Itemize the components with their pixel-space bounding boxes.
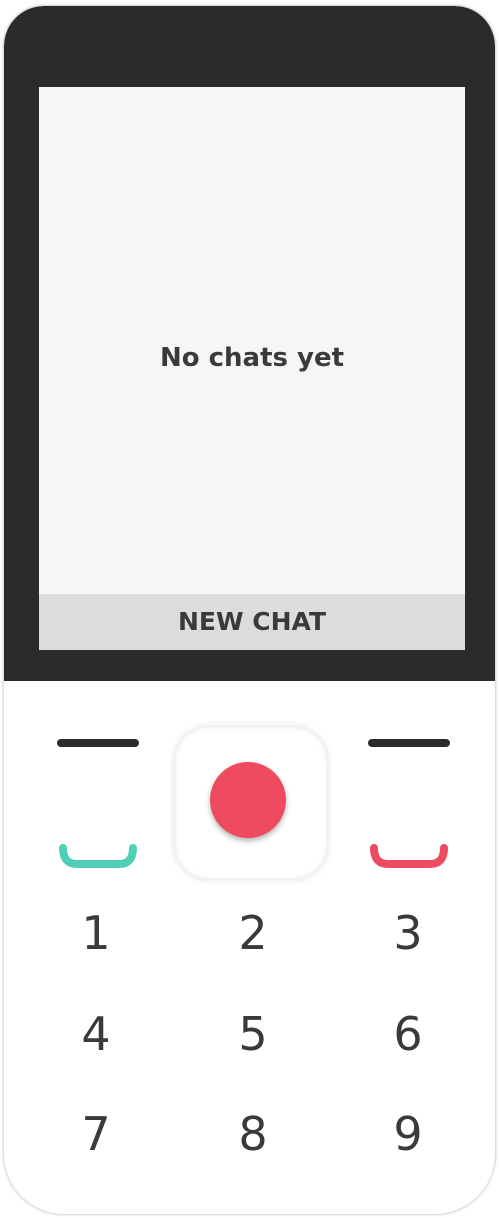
key-4[interactable]: 4 (56, 1004, 136, 1064)
key-6[interactable]: 6 (368, 1004, 448, 1064)
key-2[interactable]: 2 (213, 903, 293, 963)
softkey-bar: NEW CHAT (39, 594, 465, 650)
select-button-icon[interactable] (210, 762, 286, 838)
right-softkey-icon[interactable] (368, 739, 450, 747)
key-3[interactable]: 3 (368, 903, 448, 963)
key-5[interactable]: 5 (213, 1004, 293, 1064)
end-call-icon[interactable] (368, 844, 450, 870)
key-7[interactable]: 7 (56, 1104, 136, 1164)
phone-device: No chats yet NEW CHAT 1 2 3 4 5 6 7 8 9 (4, 6, 495, 1214)
keypad: 1 2 3 4 5 6 7 8 9 (4, 681, 495, 1214)
new-chat-button[interactable]: NEW CHAT (39, 594, 465, 650)
empty-state-message: No chats yet (159, 343, 345, 373)
phone-screen: No chats yet NEW CHAT (39, 87, 465, 650)
phone-upper-body: No chats yet NEW CHAT (4, 6, 495, 681)
dpad[interactable] (175, 727, 327, 879)
key-9[interactable]: 9 (368, 1104, 448, 1164)
left-softkey-icon[interactable] (57, 739, 139, 747)
key-8[interactable]: 8 (213, 1104, 293, 1164)
call-icon[interactable] (57, 844, 139, 870)
key-1[interactable]: 1 (56, 903, 136, 963)
